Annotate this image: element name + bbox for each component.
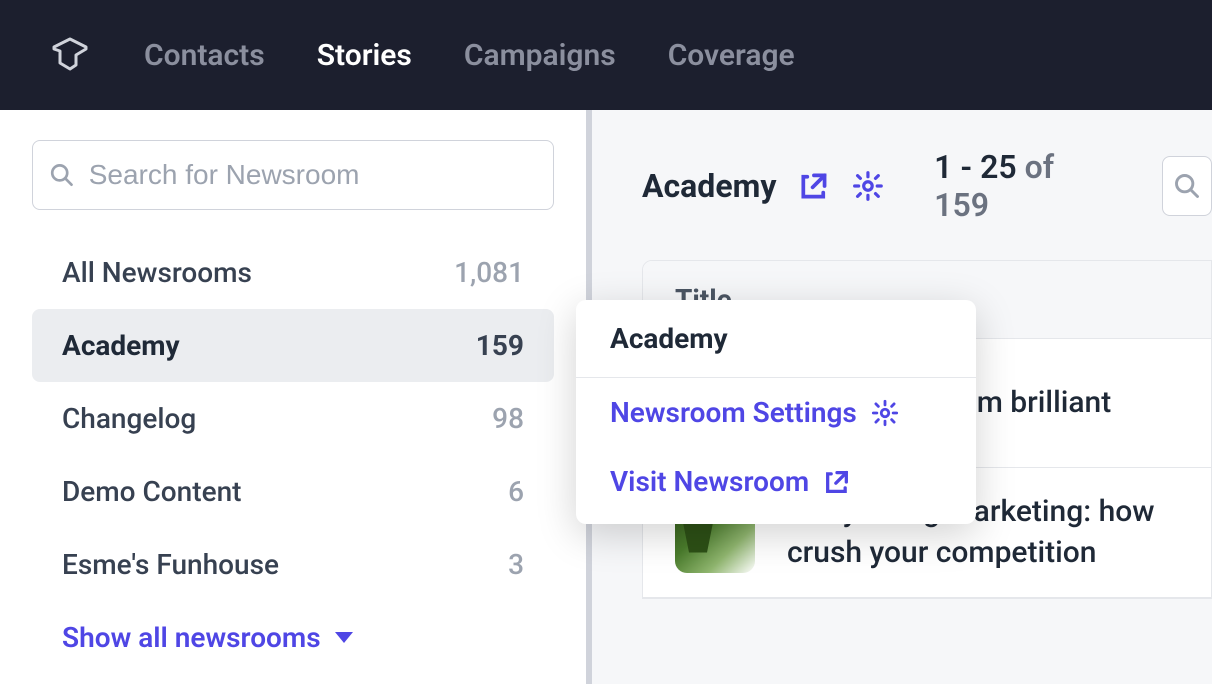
popup-item-label: Visit Newsroom (610, 465, 809, 498)
nav-contacts[interactable]: Contacts (144, 38, 265, 73)
newsroom-search-input[interactable] (89, 159, 537, 191)
gear-icon (871, 399, 899, 427)
newsroom-settings-link[interactable]: Newsroom Settings (576, 378, 976, 447)
nav-stories[interactable]: Stories (317, 38, 412, 73)
sidebar-item-all-newsrooms[interactable]: All Newsrooms 1,081 (32, 236, 554, 309)
nav-coverage[interactable]: Coverage (668, 38, 795, 73)
sidebar-item-changelog[interactable]: Changelog 98 (32, 382, 554, 455)
newsroom-popup: Academy Newsroom Settings Visit Newsroom (576, 300, 976, 524)
popup-item-label: Newsroom Settings (610, 396, 857, 429)
sidebar-item-label: Demo Content (62, 475, 242, 508)
pagination-range: 1 - 25 (934, 148, 1016, 186)
sidebar-item-count: 3 (508, 548, 524, 581)
sidebar-item-count: 1,081 (454, 256, 524, 289)
nav-campaigns[interactable]: Campaigns (464, 38, 616, 73)
sidebar-item-demo-content[interactable]: Demo Content 6 (32, 455, 554, 528)
sidebar-item-label: Academy (62, 329, 180, 362)
search-icon (1173, 172, 1201, 200)
sidebar-item-label: Esme's Funhouse (62, 548, 279, 581)
logo-icon (48, 33, 92, 77)
top-nav: Contacts Stories Campaigns Coverage (0, 0, 1212, 110)
search-button[interactable] (1162, 156, 1212, 216)
sidebar-item-count: 159 (476, 329, 524, 362)
visit-newsroom-link[interactable]: Visit Newsroom (576, 447, 976, 524)
popup-title: Academy (576, 300, 976, 378)
sidebar-item-label: Changelog (62, 402, 196, 435)
page-title: Academy (642, 167, 776, 205)
sidebar-item-count: 98 (492, 402, 524, 435)
search-icon (49, 161, 75, 189)
main-header: Academy 1 - 25 of 159 (642, 148, 1212, 224)
pagination: 1 - 25 of 159 (934, 148, 1116, 224)
sidebar-item-esmes-funhouse[interactable]: Esme's Funhouse 3 (32, 528, 554, 601)
show-all-newsrooms[interactable]: Show all newsrooms (32, 601, 554, 674)
external-link-icon[interactable] (798, 170, 830, 202)
newsroom-search[interactable] (32, 140, 554, 210)
sidebar-item-academy[interactable]: Academy 159 (32, 309, 554, 382)
external-link-icon (823, 468, 851, 496)
gear-icon[interactable] (852, 170, 884, 202)
sidebar-item-label: All Newsrooms (62, 256, 252, 289)
show-all-label: Show all newsrooms (62, 621, 321, 654)
sidebar-item-count: 6 (508, 475, 524, 508)
app-logo[interactable] (48, 33, 92, 77)
chevron-down-icon (335, 632, 353, 643)
sidebar: All Newsrooms 1,081 Academy 159 Changelo… (0, 110, 592, 684)
